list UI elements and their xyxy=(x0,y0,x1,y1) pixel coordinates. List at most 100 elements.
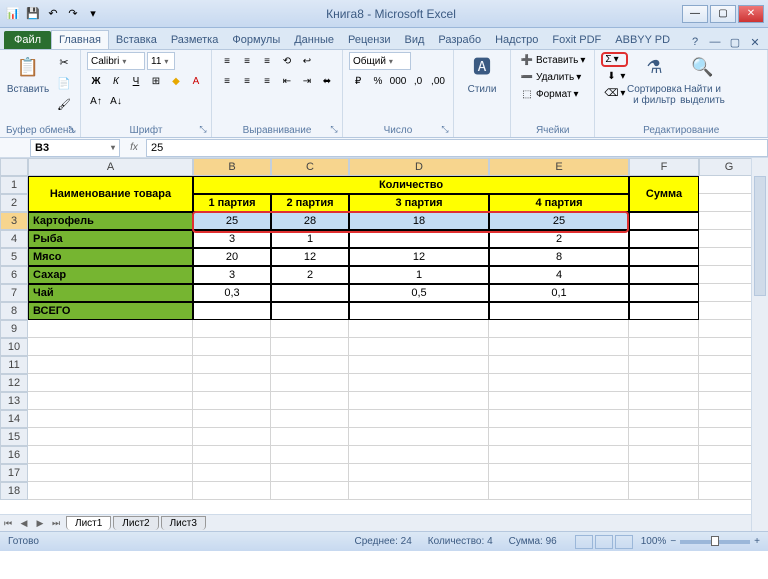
cell-G8[interactable] xyxy=(699,302,759,320)
cell-A4[interactable]: Рыба xyxy=(28,230,193,248)
cell-G17[interactable] xyxy=(699,464,759,482)
number-launcher-icon[interactable]: ⤡ xyxy=(439,123,451,135)
column-header-E[interactable]: E xyxy=(489,158,629,176)
cell-A11[interactable] xyxy=(28,356,193,374)
cell-E16[interactable] xyxy=(489,446,629,464)
cell-G1[interactable] xyxy=(699,176,759,194)
header-sum[interactable]: Сумма xyxy=(629,176,699,212)
cell-D9[interactable] xyxy=(349,320,489,338)
row-header-1[interactable]: 1 xyxy=(0,176,28,194)
cell-F7[interactable] xyxy=(629,284,699,302)
cell-F6[interactable] xyxy=(629,266,699,284)
header-name[interactable]: Наименование товара xyxy=(28,176,193,212)
shrink-font-icon[interactable]: A↓ xyxy=(107,92,125,110)
cell-D3[interactable]: 18 xyxy=(349,212,489,230)
view-normal-icon[interactable] xyxy=(575,535,593,549)
tab-layout[interactable]: Разметка xyxy=(164,31,226,49)
cell-D16[interactable] xyxy=(349,446,489,464)
row-header-4[interactable]: 4 xyxy=(0,230,28,248)
row-header-10[interactable]: 10 xyxy=(0,338,28,356)
row-header-6[interactable]: 6 xyxy=(0,266,28,284)
cell-C3[interactable]: 28 xyxy=(271,212,349,230)
zoom-control[interactable]: 100% − + xyxy=(641,536,760,547)
cell-E3[interactable]: 25 xyxy=(489,212,629,230)
cell-G14[interactable] xyxy=(699,410,759,428)
cell-G10[interactable] xyxy=(699,338,759,356)
cell-C11[interactable] xyxy=(271,356,349,374)
cell-F18[interactable] xyxy=(629,482,699,500)
cell-F15[interactable] xyxy=(629,428,699,446)
sheet-tab-1[interactable]: Лист1 xyxy=(66,516,111,530)
cell-B13[interactable] xyxy=(193,392,271,410)
cell-B5[interactable]: 20 xyxy=(193,248,271,266)
row-header-5[interactable]: 5 xyxy=(0,248,28,266)
row-header-13[interactable]: 13 xyxy=(0,392,28,410)
cell-B4[interactable]: 3 xyxy=(193,230,271,248)
bold-button[interactable]: Ж xyxy=(87,72,105,90)
cell-G7[interactable] xyxy=(699,284,759,302)
tab-review[interactable]: Рецензи xyxy=(341,31,398,49)
currency-icon[interactable]: ₽ xyxy=(349,72,367,90)
delete-cells-button[interactable]: ➖Удалить ▾ xyxy=(517,69,588,85)
column-header-D[interactable]: D xyxy=(349,158,489,176)
row-header-7[interactable]: 7 xyxy=(0,284,28,302)
cell-B2[interactable]: 1 партия xyxy=(193,194,271,212)
font-launcher-icon[interactable]: ⤡ xyxy=(197,123,209,135)
cell-B18[interactable] xyxy=(193,482,271,500)
view-page-break-icon[interactable] xyxy=(615,535,633,549)
align-bottom-icon[interactable]: ≡ xyxy=(258,52,276,70)
cell-G5[interactable] xyxy=(699,248,759,266)
cell-C16[interactable] xyxy=(271,446,349,464)
sheet-nav-last-icon[interactable]: ⏭ xyxy=(48,518,64,529)
row-header-17[interactable]: 17 xyxy=(0,464,28,482)
cell-F5[interactable] xyxy=(629,248,699,266)
sheet-tab-2[interactable]: Лист2 xyxy=(113,516,158,530)
cell-C6[interactable]: 2 xyxy=(271,266,349,284)
percent-icon[interactable]: % xyxy=(369,72,387,90)
align-right-icon[interactable]: ≡ xyxy=(258,72,276,90)
tab-insert[interactable]: Вставка xyxy=(109,31,164,49)
tab-view[interactable]: Вид xyxy=(398,31,432,49)
zoom-in-icon[interactable]: + xyxy=(754,536,760,547)
header-qty[interactable]: Количество xyxy=(193,176,629,194)
align-left-icon[interactable]: ≡ xyxy=(218,72,236,90)
column-header-F[interactable]: F xyxy=(629,158,699,176)
cell-F11[interactable] xyxy=(629,356,699,374)
horizontal-scrollbar[interactable] xyxy=(220,514,751,531)
cell-C13[interactable] xyxy=(271,392,349,410)
wrap-text-icon[interactable]: ↩ xyxy=(298,52,316,70)
redo-icon[interactable]: ↷ xyxy=(64,5,82,23)
cell-A8[interactable]: ВСЕГО xyxy=(28,302,193,320)
row-header-3[interactable]: 3 xyxy=(0,212,28,230)
row-header-8[interactable]: 8 xyxy=(0,302,28,320)
row-header-16[interactable]: 16 xyxy=(0,446,28,464)
clear-button[interactable]: ⌫ ▾ xyxy=(601,85,628,101)
alignment-launcher-icon[interactable]: ⤡ xyxy=(328,123,340,135)
paste-button[interactable]: 📋 Вставить xyxy=(6,52,50,97)
column-header-A[interactable]: A xyxy=(28,158,193,176)
close-button[interactable]: ✕ xyxy=(738,5,764,23)
tab-home[interactable]: Главная xyxy=(51,30,109,49)
cell-F16[interactable] xyxy=(629,446,699,464)
cell-G9[interactable] xyxy=(699,320,759,338)
row-header-12[interactable]: 12 xyxy=(0,374,28,392)
sheet-nav-prev-icon[interactable]: ◀ xyxy=(16,518,32,529)
help-icon[interactable]: ? xyxy=(688,35,702,49)
decrease-indent-icon[interactable]: ⇤ xyxy=(278,72,296,90)
cell-A17[interactable] xyxy=(28,464,193,482)
save-icon[interactable]: 💾 xyxy=(24,5,42,23)
cell-B3[interactable]: 25 xyxy=(193,212,271,230)
name-box[interactable]: B3 xyxy=(30,139,120,157)
cell-G6[interactable] xyxy=(699,266,759,284)
cell-D8[interactable] xyxy=(349,302,489,320)
cell-G15[interactable] xyxy=(699,428,759,446)
row-header-11[interactable]: 11 xyxy=(0,356,28,374)
column-header-G[interactable]: G xyxy=(699,158,759,176)
maximize-button[interactable]: ▢ xyxy=(710,5,736,23)
copy-icon[interactable]: 📄 xyxy=(54,73,74,93)
excel-icon[interactable]: 📊 xyxy=(4,5,22,23)
cell-E7[interactable]: 0,1 xyxy=(489,284,629,302)
cell-B7[interactable]: 0,3 xyxy=(193,284,271,302)
find-select-button[interactable]: 🔍 Найти и выделить xyxy=(680,52,724,108)
cell-F13[interactable] xyxy=(629,392,699,410)
